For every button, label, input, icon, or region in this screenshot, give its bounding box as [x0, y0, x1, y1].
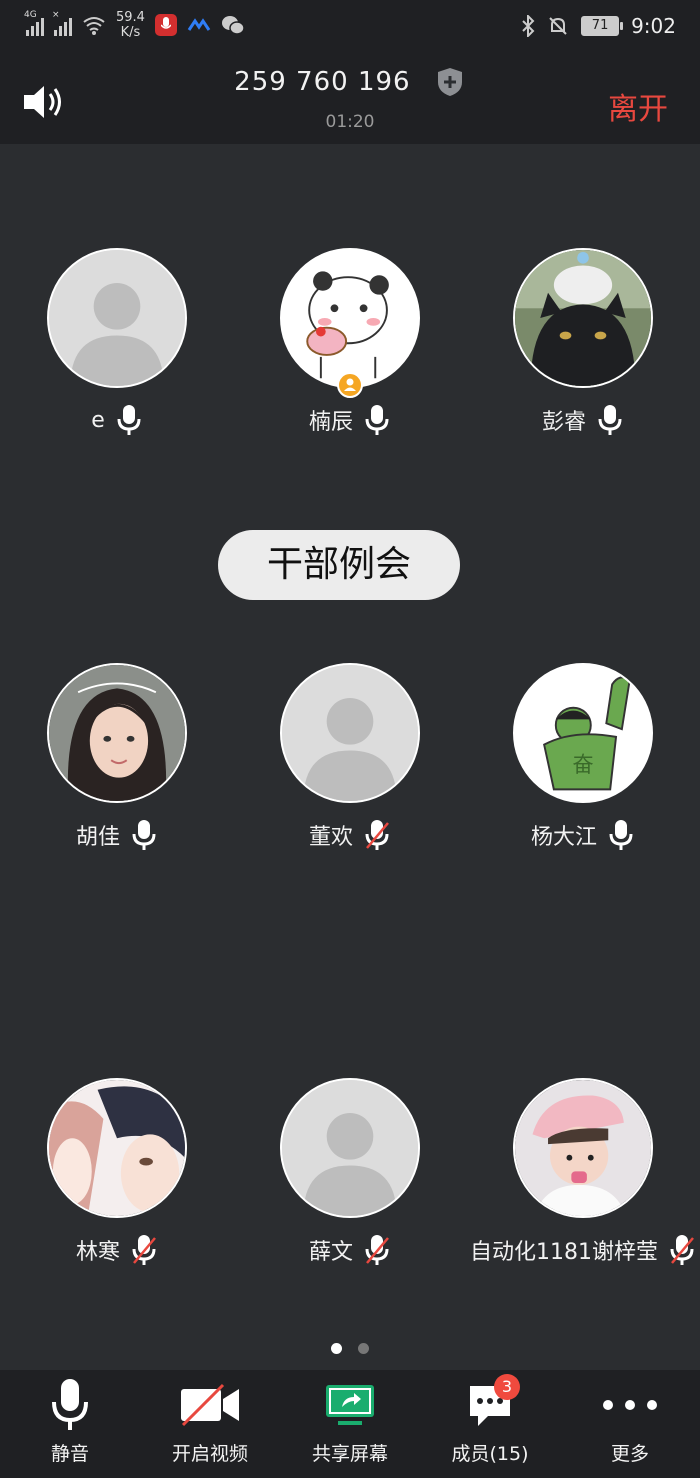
participant-name: 自动化1181谢梓莹 — [470, 1240, 658, 1265]
mic-muted-icon — [365, 1235, 389, 1265]
mic-on-icon — [598, 405, 622, 435]
host-badge-icon — [337, 372, 363, 398]
panda-sticker-avatar — [280, 248, 420, 388]
share-label: 共享屏幕 — [311, 1443, 388, 1465]
meeting-id-text: 259 760 196 — [234, 67, 411, 97]
child-photo-avatar — [513, 1078, 653, 1218]
mic-on-icon — [132, 820, 156, 850]
network-speed: 59.4 K/s — [116, 10, 145, 40]
cats-photo-avatar — [513, 248, 653, 388]
more-dots-icon — [603, 1400, 657, 1410]
mute-bell-icon — [549, 17, 567, 35]
default-avatar — [47, 248, 187, 388]
mic-muted-icon — [365, 820, 389, 850]
battery-icon: 71 — [581, 16, 624, 36]
security-shield-icon[interactable] — [434, 66, 466, 98]
more-label: 更多 — [610, 1443, 649, 1465]
more-button[interactable]: 更多 — [560, 1370, 700, 1478]
participant-tile[interactable]: 董欢 — [240, 663, 460, 851]
participant-tile[interactable]: 自动化1181谢梓莹 — [467, 1078, 699, 1266]
notification-badge: 3 — [494, 1374, 520, 1400]
video-off-icon — [181, 1383, 239, 1427]
tencent-meeting-icon — [187, 18, 211, 31]
participant-tile[interactable]: e — [7, 248, 227, 436]
status-bar: 4G × 59.4 K/s 71 9:02 — [0, 0, 700, 58]
participant-name: 胡佳 — [75, 825, 120, 850]
members-label: 成员(15) — [451, 1443, 529, 1465]
participant-tile[interactable]: 楠辰 — [240, 248, 460, 436]
start-video-button[interactable]: 开启视频 — [140, 1370, 280, 1478]
participant-name: 薛文 — [308, 1240, 353, 1265]
recording-mic-icon — [154, 14, 177, 36]
mic-muted-icon — [132, 1235, 156, 1265]
meeting-topic: 干部例会 — [218, 530, 460, 600]
default-avatar — [280, 663, 420, 803]
meeting-duration: 01:20 — [325, 112, 375, 132]
cellular-signal-icon: 4G — [24, 10, 44, 36]
participant-name: 杨大江 — [530, 825, 597, 850]
mic-on-icon — [609, 820, 633, 850]
members-button[interactable]: 3 成员(15) — [420, 1370, 560, 1478]
leave-button[interactable]: 离开 — [608, 84, 668, 128]
page-indicator — [0, 1343, 700, 1354]
anime-couple-avatar — [47, 1078, 187, 1218]
participant-tile[interactable]: 薛文 — [240, 1078, 460, 1266]
participant-name: 董欢 — [308, 825, 353, 850]
share-screen-button[interactable]: 共享屏幕 — [280, 1370, 420, 1478]
share-screen-icon — [326, 1385, 374, 1425]
meeting-header: 259 760 196 01:20 离开 — [0, 58, 700, 144]
participant-tile[interactable]: 胡佳 — [7, 663, 227, 851]
mute-button[interactable]: 静音 — [0, 1370, 140, 1478]
participant-name: e — [91, 407, 105, 433]
participant-name: 彭睿 — [541, 410, 586, 435]
bottom-toolbar: 静音 开启视频 共享屏幕 3 成员(15) 更多 — [0, 1370, 700, 1478]
svg-text:奋: 奋 — [572, 753, 593, 778]
mute-label: 静音 — [50, 1443, 89, 1465]
wifi-icon — [83, 17, 105, 35]
cellular-signal-2-icon: × — [52, 10, 72, 36]
page-dot[interactable] — [358, 1343, 369, 1354]
participant-tile[interactable]: 彭睿 — [473, 248, 693, 436]
meeting-id[interactable]: 259 760 196 — [0, 66, 700, 98]
participant-name: 林寒 — [75, 1240, 120, 1265]
participant-name: 楠辰 — [308, 410, 353, 435]
participant-tile[interactable]: 林寒 — [7, 1078, 227, 1266]
mic-on-icon — [117, 405, 141, 435]
page-dot-active[interactable] — [331, 1343, 342, 1354]
microphone-icon — [52, 1379, 88, 1430]
video-label: 开启视频 — [171, 1443, 248, 1465]
clock: 9:02 — [631, 14, 676, 38]
mic-muted-icon — [670, 1235, 694, 1265]
participant-tile[interactable]: 奋 杨大江 — [473, 663, 693, 851]
mic-on-icon — [365, 405, 389, 435]
wechat-icon — [221, 16, 245, 35]
default-avatar — [280, 1078, 420, 1218]
woman-photo-avatar — [47, 663, 187, 803]
hulk-sticker-avatar: 奋 — [513, 663, 653, 803]
bluetooth-icon — [522, 15, 535, 37]
